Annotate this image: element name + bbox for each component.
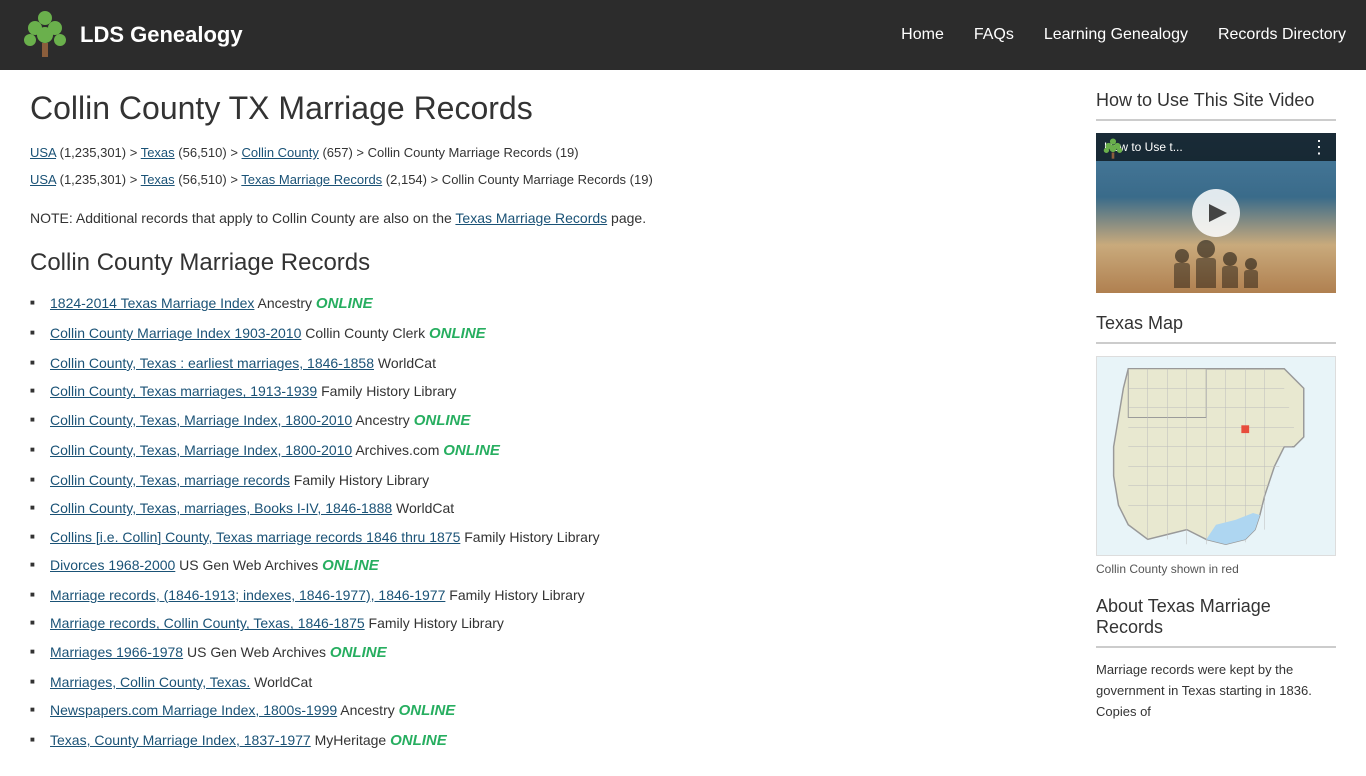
logo-area[interactable]: LDS Genealogy — [20, 10, 243, 60]
about-section-title: About Texas Marriage Records — [1096, 596, 1336, 638]
list-item: 1824-2014 Texas Marriage Index Ancestry … — [30, 289, 1066, 319]
main-nav: Home FAQs Learning Genealogy Records Dir… — [901, 26, 1346, 44]
nav-learning-genealogy[interactable]: Learning Genealogy — [1044, 26, 1188, 44]
video-menu-dots: ⋮ — [1310, 137, 1328, 158]
list-item: Collins [i.e. Collin] County, Texas marr… — [30, 523, 1066, 551]
record-link-12[interactable]: Marriage records, Collin County, Texas, … — [50, 615, 365, 631]
additional-records-note: NOTE: Additional records that apply to C… — [30, 207, 1066, 229]
list-item: Marriages, Collin County, Texas. WorldCa… — [30, 668, 1066, 696]
online-badge: ONLINE — [322, 557, 379, 574]
sidebar-divider-1 — [1096, 119, 1336, 121]
list-item: Collin County, Texas, marriages, Books I… — [30, 494, 1066, 522]
video-people — [1096, 240, 1336, 288]
sidebar: How to Use This Site Video How to Use t.… — [1096, 90, 1336, 756]
person-2 — [1196, 240, 1216, 288]
list-item: Divorces 1968-2000 US Gen Web Archives O… — [30, 551, 1066, 581]
breadcrumb-usa-1[interactable]: USA — [30, 145, 56, 160]
sidebar-divider-3 — [1096, 646, 1336, 648]
play-triangle-icon — [1209, 204, 1227, 222]
record-link-6[interactable]: Collin County, Texas, Marriage Index, 18… — [50, 442, 352, 458]
online-badge: ONLINE — [316, 295, 373, 312]
list-item: Collin County Marriage Index 1903-2010 C… — [30, 319, 1066, 349]
nav-home[interactable]: Home — [901, 26, 944, 44]
record-link-1[interactable]: 1824-2014 Texas Marriage Index — [50, 295, 254, 311]
play-button[interactable] — [1192, 189, 1240, 237]
map-section-title: Texas Map — [1096, 313, 1336, 334]
record-link-9[interactable]: Collins [i.e. Collin] County, Texas marr… — [50, 529, 460, 545]
person-3 — [1222, 252, 1238, 288]
list-item: Collin County, Texas, Marriage Index, 18… — [30, 436, 1066, 466]
breadcrumb-texas-marriage-records[interactable]: Texas Marriage Records — [241, 172, 382, 187]
section-title: Collin County Marriage Records — [30, 249, 1066, 277]
about-text: Marriage records were kept by the govern… — [1096, 660, 1336, 722]
video-section-title: How to Use This Site Video — [1096, 90, 1336, 111]
tree-logo-icon — [20, 10, 70, 60]
video-tree-icon — [1102, 138, 1124, 165]
site-header: LDS Genealogy Home FAQs Learning Genealo… — [0, 0, 1366, 70]
record-link-11[interactable]: Marriage records, (1846-1913; indexes, 1… — [50, 587, 445, 603]
online-badge: ONLINE — [414, 412, 471, 429]
record-link-5[interactable]: Collin County, Texas, Marriage Index, 18… — [50, 412, 352, 428]
online-badge: ONLINE — [443, 442, 500, 459]
records-list: 1824-2014 Texas Marriage Index Ancestry … — [30, 289, 1066, 756]
person-1 — [1174, 249, 1190, 288]
online-badge: ONLINE — [390, 732, 447, 749]
list-item: Collin County, Texas marriages, 1913-193… — [30, 377, 1066, 405]
list-item: Collin County, Texas, Marriage Index, 18… — [30, 406, 1066, 436]
about-section: About Texas Marriage Records Marriage re… — [1096, 596, 1336, 722]
texas-map-svg — [1106, 359, 1326, 554]
nav-records-directory[interactable]: Records Directory — [1218, 26, 1346, 44]
breadcrumb-2: USA (1,235,301) > Texas (56,510) > Texas… — [30, 170, 1066, 191]
record-link-15[interactable]: Newspapers.com Marriage Index, 1800s-199… — [50, 702, 337, 718]
record-link-13[interactable]: Marriages 1966-1978 — [50, 644, 183, 660]
breadcrumb-texas-1[interactable]: Texas — [141, 145, 175, 160]
record-link-16[interactable]: Texas, County Marriage Index, 1837-1977 — [50, 732, 311, 748]
video-top-bar: How to Use t... ⋮ — [1096, 133, 1336, 161]
video-section: How to Use This Site Video How to Use t.… — [1096, 90, 1336, 293]
breadcrumb-texas-2[interactable]: Texas — [141, 172, 175, 187]
list-item: Collin County, Texas : earliest marriage… — [30, 349, 1066, 377]
texas-map-section: Texas Map — [1096, 313, 1336, 576]
page-container: Collin County TX Marriage Records USA (1… — [0, 70, 1366, 776]
texas-map — [1096, 356, 1336, 556]
online-badge: ONLINE — [429, 325, 486, 342]
main-content: Collin County TX Marriage Records USA (1… — [30, 90, 1066, 756]
texas-marriage-records-link[interactable]: Texas Marriage Records — [455, 210, 607, 226]
person-4 — [1244, 258, 1258, 288]
logo-text: LDS Genealogy — [80, 22, 243, 48]
record-link-10[interactable]: Divorces 1968-2000 — [50, 557, 175, 573]
record-link-7[interactable]: Collin County, Texas, marriage records — [50, 472, 290, 488]
list-item: Marriage records, Collin County, Texas, … — [30, 609, 1066, 637]
video-thumbnail[interactable]: How to Use t... ⋮ — [1096, 133, 1336, 293]
list-item: Marriage records, (1846-1913; indexes, 1… — [30, 581, 1066, 609]
record-link-4[interactable]: Collin County, Texas marriages, 1913-193… — [50, 383, 317, 399]
list-item: Marriages 1966-1978 US Gen Web Archives … — [30, 638, 1066, 668]
record-link-3[interactable]: Collin County, Texas : earliest marriage… — [50, 355, 374, 371]
record-link-8[interactable]: Collin County, Texas, marriages, Books I… — [50, 500, 392, 516]
record-link-2[interactable]: Collin County Marriage Index 1903-2010 — [50, 325, 301, 341]
map-caption: Collin County shown in red — [1096, 562, 1336, 576]
page-title: Collin County TX Marriage Records — [30, 90, 1066, 127]
breadcrumb-usa-2[interactable]: USA — [30, 172, 56, 187]
online-badge: ONLINE — [330, 644, 387, 661]
record-link-14[interactable]: Marriages, Collin County, Texas. — [50, 674, 250, 690]
list-item: Texas, County Marriage Index, 1837-1977 … — [30, 726, 1066, 756]
breadcrumb-1: USA (1,235,301) > Texas (56,510) > Colli… — [30, 143, 1066, 164]
list-item: Newspapers.com Marriage Index, 1800s-199… — [30, 696, 1066, 726]
list-item: Collin County, Texas, marriage records F… — [30, 466, 1066, 494]
breadcrumb-collin-county[interactable]: Collin County — [242, 145, 319, 160]
nav-faqs[interactable]: FAQs — [974, 26, 1014, 44]
online-badge: ONLINE — [399, 702, 456, 719]
sidebar-divider-2 — [1096, 342, 1336, 344]
